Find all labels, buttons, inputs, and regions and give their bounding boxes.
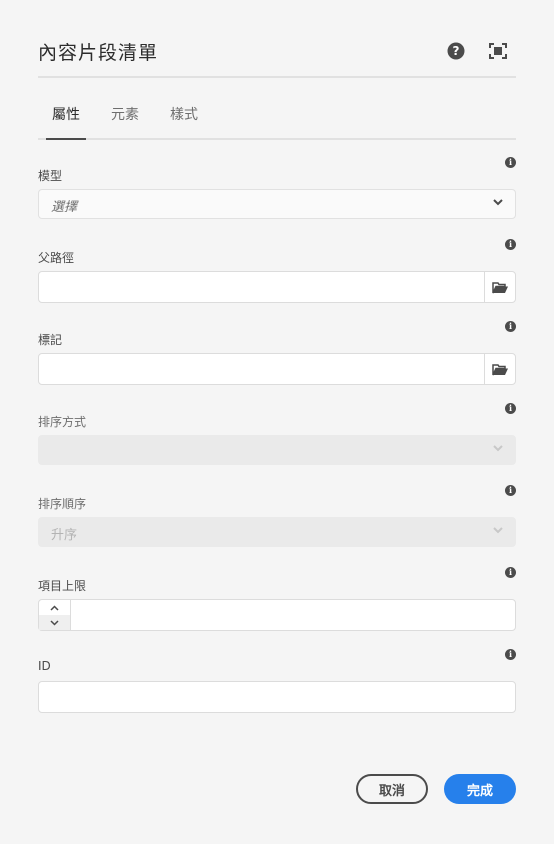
- sort-order-select-value: 升序: [51, 528, 78, 543]
- folder-open-icon: [491, 363, 508, 375]
- decrement-button[interactable]: [39, 615, 70, 630]
- max-items-input[interactable]: [71, 600, 515, 630]
- sort-by-field: 排序方式 i: [38, 403, 516, 477]
- tags-input[interactable]: [39, 354, 484, 384]
- sort-by-label: 排序方式: [38, 415, 87, 429]
- max-items-stepper: [38, 599, 71, 631]
- tags-browse-button[interactable]: [484, 353, 516, 385]
- cancel-button[interactable]: 取消: [356, 774, 428, 804]
- chevron-up-icon: [50, 604, 59, 611]
- info-icon[interactable]: i: [505, 321, 516, 332]
- max-items-field: 項目上限 i: [38, 567, 516, 641]
- fullscreen-button[interactable]: [488, 41, 508, 61]
- help-icon: ?: [447, 42, 465, 60]
- tags-label: 標記: [38, 333, 63, 347]
- tags-input-wrap: [38, 353, 485, 385]
- sort-order-select: 升序: [38, 517, 516, 547]
- increment-button[interactable]: [39, 600, 70, 615]
- folder-open-icon: [491, 281, 508, 293]
- fullscreen-icon: [489, 43, 507, 59]
- id-input[interactable]: [39, 682, 515, 712]
- sort-by-select: [38, 435, 516, 465]
- help-button[interactable]: ?: [446, 41, 466, 61]
- tab-elements[interactable]: 元素: [111, 104, 139, 138]
- info-icon[interactable]: i: [505, 403, 516, 414]
- max-items-label: 項目上限: [38, 579, 87, 593]
- info-icon[interactable]: i: [505, 567, 516, 578]
- id-field: ID i: [38, 649, 516, 723]
- parent-path-input[interactable]: [39, 272, 484, 302]
- chevron-down-icon: [50, 619, 59, 626]
- sort-order-field: 排序順序 i 升序: [38, 485, 516, 559]
- tab-properties[interactable]: 屬性: [46, 104, 86, 140]
- model-field: 模型 i 選擇: [38, 157, 516, 231]
- tags-field: 標記 i: [38, 321, 516, 395]
- id-input-wrap: [38, 681, 516, 713]
- info-icon[interactable]: i: [505, 157, 516, 168]
- model-label: 模型: [38, 169, 63, 183]
- parent-path-label: 父路徑: [38, 251, 75, 265]
- tab-list: 屬性 元素 樣式: [38, 96, 516, 140]
- dialog-title: 內容片段清單: [38, 42, 159, 64]
- max-items-input-wrap: [70, 599, 516, 631]
- info-icon[interactable]: i: [505, 485, 516, 496]
- parent-path-browse-button[interactable]: [484, 271, 516, 303]
- parent-path-input-wrap: [38, 271, 485, 303]
- model-select-value: 選擇: [51, 200, 78, 215]
- done-button[interactable]: 完成: [444, 774, 516, 804]
- tab-styles[interactable]: 樣式: [170, 104, 198, 138]
- model-select[interactable]: 選擇: [38, 189, 516, 219]
- svg-text:?: ?: [453, 44, 460, 58]
- dialog-header: 內容片段清單 ?: [38, 30, 516, 78]
- sort-order-label: 排序順序: [38, 497, 87, 511]
- info-icon[interactable]: i: [505, 649, 516, 660]
- id-label: ID: [38, 659, 51, 673]
- chevron-down-icon: [493, 527, 503, 534]
- chevron-down-icon: [493, 199, 503, 206]
- info-icon[interactable]: i: [505, 239, 516, 250]
- content-fragment-list-dialog: 內容片段清單 ? 屬性 元素 樣式 模型 i 選擇 父路徑 i 標記 i 排序方…: [0, 0, 554, 844]
- parent-path-field: 父路徑 i: [38, 239, 516, 313]
- chevron-down-icon: [493, 445, 503, 452]
